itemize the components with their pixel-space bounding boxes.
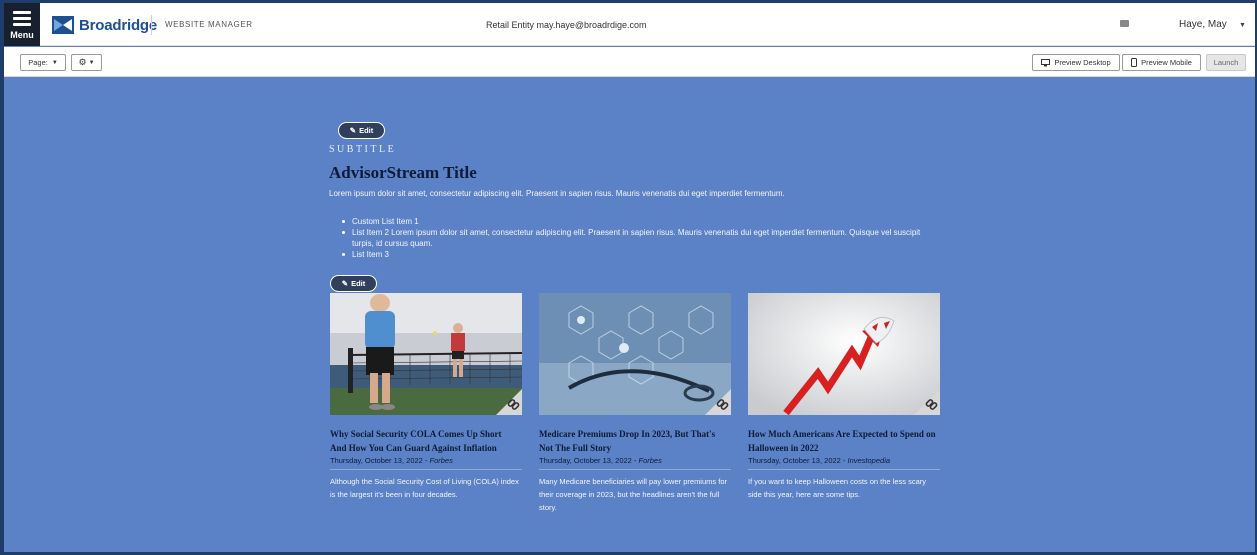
article-summary: If you want to keep Halloween costs on t… [748,477,927,499]
hero-subtitle: SUBTITLE [329,144,397,155]
list-item: Custom List Item 1 [342,216,922,227]
broadridge-logo-icon [52,16,74,34]
article-title[interactable]: Why Social Security COLA Comes Up Short … [330,427,522,455]
list-item: List Item 2 Lorem ipsum dolor sit amet, … [342,227,922,249]
article-meta: Thursday, October 13, 2022 - Investopedi… [748,455,940,466]
article-date: Thursday, October 13, 2022 - [748,456,848,465]
preview-desktop-button[interactable]: Preview Desktop [1032,54,1120,71]
article-summary: Although the Social Security Cost of Liv… [330,477,519,499]
pencil-icon: ✎ [349,126,357,135]
menu-button[interactable]: Menu [4,3,40,46]
mail-icon[interactable] [1120,20,1129,27]
link-icon[interactable] [914,393,940,415]
pencil-icon: ✎ [341,279,349,288]
halloween-image [748,293,940,415]
brand-name: Broadridge [79,16,158,34]
preview-desktop-label: Preview Desktop [1054,58,1111,67]
hero-edit-button[interactable]: ✎ Edit [338,122,385,139]
article-meta: Thursday, October 13, 2022 - Forbes [539,455,731,466]
medicare-image [539,293,731,415]
product-name: WEBSITE MANAGER [165,20,253,29]
link-icon[interactable] [496,393,522,415]
article-card[interactable]: Why Social Security COLA Comes Up Short … [330,293,522,501]
list-item: List Item 3 [342,249,922,260]
article-divider [539,469,731,470]
article-source: Forbes [429,456,453,465]
preview-mobile-button[interactable]: Preview Mobile [1122,54,1201,71]
article-divider [748,469,940,470]
article-meta: Thursday, October 13, 2022 - Forbes [330,455,522,466]
article-title[interactable]: How Much Americans Are Expected to Spend… [748,427,940,455]
editor-toolbar: Page: ▼ ⚙ ▼ Preview Desktop Preview Mobi… [4,47,1255,77]
hero-title: AdvisorStream Title [329,163,477,182]
hero-bullet-list: Custom List Item 1 List Item 2 Lorem ips… [342,216,922,260]
gear-icon: ⚙ [78,57,87,67]
entity-info: Retail Entity may.haye@broadrdige.com [486,20,647,30]
top-bar: Menu Broadridge WEBSITE MANAGER Retail E… [4,3,1255,46]
preview-mobile-label: Preview Mobile [1141,58,1192,67]
article-summary: Many Medicare beneficiaries will pay low… [539,477,727,512]
launch-label: Launch [1213,58,1239,67]
article-card[interactable]: Medicare Premiums Drop In 2023, But That… [539,293,731,514]
article-thumbnail-pickleball[interactable] [330,293,522,415]
hamburger-icon [13,11,31,26]
article-source: Forbes [638,456,662,465]
article-divider [330,469,522,470]
article-date: Thursday, October 13, 2022 - [330,456,430,465]
launch-button[interactable]: Launch [1206,54,1246,71]
hero-intro: Lorem ipsum dolor sit amet, consectetur … [329,189,785,198]
hero-edit-label: Edit [359,126,374,135]
page-dropdown-button[interactable]: Page: ▼ [20,54,66,71]
website-manager-window: Menu Broadridge WEBSITE MANAGER Retail E… [4,3,1255,552]
page-dropdown-label: Page: [28,58,48,67]
article-title[interactable]: Medicare Premiums Drop In 2023, But That… [539,427,731,455]
pickleball-image [330,293,522,415]
article-source: Investopedia [847,456,891,465]
user-menu[interactable]: Haye, May [1179,19,1227,30]
link-icon[interactable] [705,393,731,415]
header-divider [151,15,152,35]
caret-down-icon: ▼ [51,59,58,66]
articles-edit-label: Edit [351,279,366,288]
broadridge-logo[interactable]: Broadridge [52,13,157,37]
article-thumbnail-medicare[interactable] [539,293,731,415]
desktop-icon [1041,58,1051,66]
mobile-icon [1131,58,1138,67]
caret-down-icon: ▼ [88,59,95,66]
article-card[interactable]: How Much Americans Are Expected to Spend… [748,293,940,501]
article-thumbnail-halloween[interactable] [748,293,940,415]
settings-dropdown-button[interactable]: ⚙ ▼ [71,54,102,71]
articles-edit-button[interactable]: ✎ Edit [330,275,377,292]
article-date: Thursday, October 13, 2022 - [539,456,639,465]
chevron-down-icon[interactable]: ▼ [1239,22,1246,29]
menu-label: Menu [10,30,34,40]
